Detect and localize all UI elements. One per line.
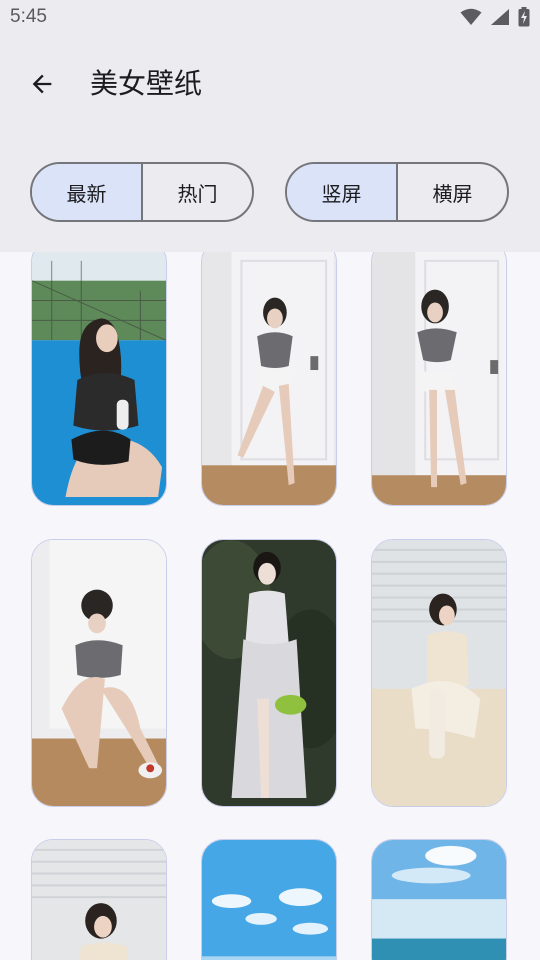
arrow-back-icon [32, 74, 52, 94]
wallpaper-thumbnail [202, 252, 336, 505]
wallpaper-card[interactable] [201, 252, 337, 506]
wallpaper-card[interactable] [31, 252, 167, 506]
wallpaper-thumbnail [372, 840, 506, 960]
wallpaper-card[interactable] [371, 252, 507, 506]
wallpaper-card[interactable] [371, 839, 507, 960]
battery-charging-icon [518, 7, 530, 27]
wallpaper-thumbnail [202, 840, 336, 960]
sort-segmented-control: 最新 热门 [30, 162, 254, 222]
wallpaper-thumbnail [32, 540, 166, 806]
orientation-portrait-button[interactable]: 竖屏 [287, 164, 396, 220]
wallpaper-thumbnail [32, 840, 166, 960]
wallpaper-thumbnail [372, 252, 506, 505]
wallpaper-card[interactable] [201, 839, 337, 960]
wifi-icon [460, 8, 482, 25]
toolbar: 美女壁纸 [0, 50, 540, 118]
back-button[interactable] [22, 64, 62, 104]
status-time: 5:45 [10, 6, 47, 27]
orientation-landscape-button[interactable]: 横屏 [396, 164, 507, 220]
orientation-segmented-control: 竖屏 横屏 [285, 162, 509, 222]
wallpaper-card[interactable] [31, 839, 167, 960]
wallpaper-card[interactable] [31, 539, 167, 807]
wallpaper-thumbnail [372, 540, 506, 806]
wallpaper-thumbnail [32, 252, 166, 505]
status-bar: 5:45 [0, 0, 540, 36]
sort-latest-button[interactable]: 最新 [32, 164, 141, 220]
sort-popular-button[interactable]: 热门 [141, 164, 252, 220]
wallpaper-thumbnail [202, 540, 336, 806]
wallpaper-card[interactable] [201, 539, 337, 807]
signal-icon [491, 9, 509, 25]
app-bar: 5:45 美女壁纸 最新 热门 竖屏 横屏 [0, 0, 540, 252]
page-title: 美女壁纸 [90, 67, 203, 100]
wallpaper-grid[interactable] [0, 252, 540, 960]
wallpaper-card[interactable] [371, 539, 507, 807]
status-icons [460, 6, 530, 28]
